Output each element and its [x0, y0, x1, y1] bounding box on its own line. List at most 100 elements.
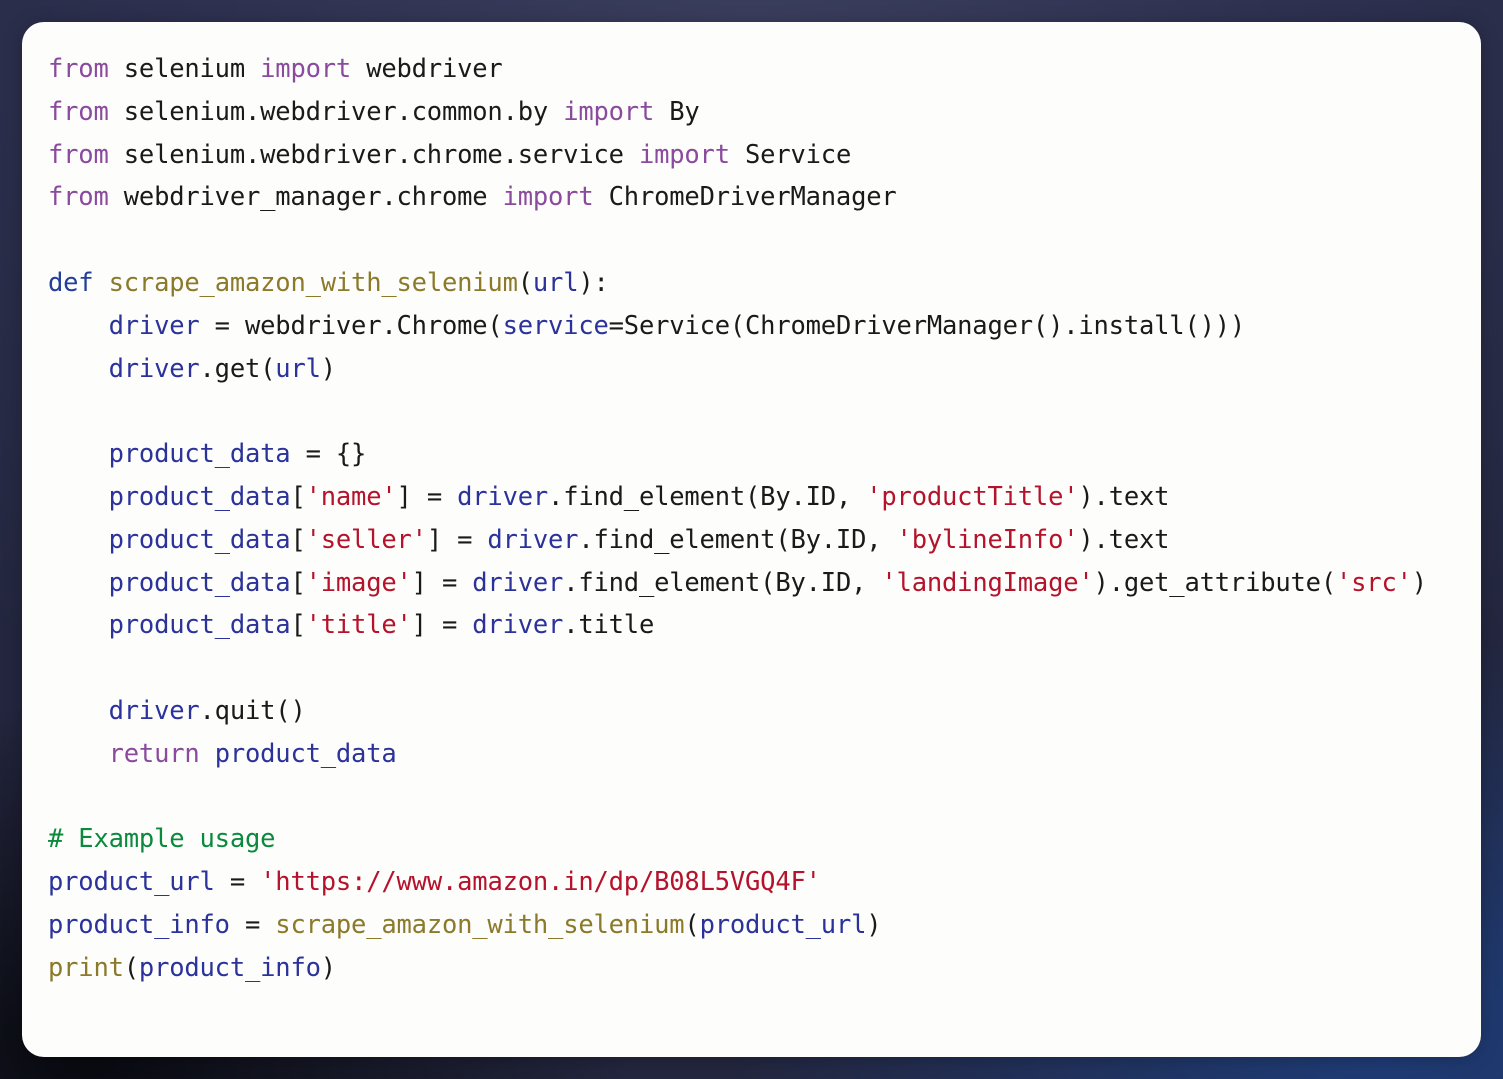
code-token-plain: .find_element(By.ID, [578, 524, 897, 555]
code-token-plain: .get( [199, 353, 276, 384]
code-token-kw: from [48, 182, 109, 213]
code-token-var: url [275, 353, 321, 384]
code-token-str: 'https://www.amazon.in/dp/B08L5VGQ4F' [260, 867, 821, 898]
code-token-plain: ] = [411, 610, 473, 641]
code-token-plain: ( [517, 267, 533, 298]
code-snippet-card: from selenium import webdriver from selen… [22, 22, 1481, 1057]
code-line: product_data = {} [48, 433, 1455, 476]
code-token-str: 'productTitle' [866, 481, 1079, 512]
code-token-plain: ] = [426, 524, 488, 555]
code-token-plain: ).text [1078, 524, 1170, 555]
code-token-kw: import [260, 54, 352, 84]
code-block[interactable]: from selenium import webdriver from selen… [48, 48, 1455, 990]
code-token-plain: ).text [1078, 481, 1170, 512]
code-token-var: driver [108, 353, 200, 384]
code-token-plain: selenium [108, 54, 261, 84]
code-token-plain: [ [290, 481, 306, 512]
code-token-kw: from [48, 139, 109, 170]
code-token-var: driver [457, 481, 549, 512]
code-token-str: 'bylineInfo' [896, 524, 1079, 555]
code-token-plain: ( [684, 909, 700, 940]
code-token-plain: [ [290, 524, 306, 555]
code-token-plain: ] = [411, 567, 473, 598]
code-line: driver.quit() [48, 690, 1455, 733]
code-line: def scrape_amazon_with_selenium(url): [48, 262, 1455, 305]
code-token-var: product_data [108, 610, 291, 641]
code-token-kw: import [502, 182, 594, 213]
code-token-str: 'seller' [305, 524, 427, 555]
code-line: from selenium import webdriver [48, 48, 1455, 91]
code-token-str: 'image' [305, 567, 412, 598]
code-token-plain: .quit() [199, 695, 306, 726]
code-line: driver.get(url) [48, 348, 1455, 391]
code-token-var: product_info [48, 909, 230, 940]
code-token-builtin: print [48, 952, 124, 983]
code-token-var: product_data [108, 524, 291, 555]
code-token-plain: = {} [290, 439, 367, 470]
code-token-kw: return [108, 738, 200, 769]
code-token-var: product_data [108, 481, 291, 512]
code-token-plain: selenium.webdriver.chrome.service [108, 139, 639, 170]
code-token-plain: = webdriver.Chrome( [199, 310, 503, 341]
code-line: driver = webdriver.Chrome(service=Servic… [48, 305, 1455, 348]
code-token-kw: import [638, 139, 730, 170]
code-line: from selenium.webdriver.common.by import… [48, 91, 1455, 134]
code-token-plain: ) [866, 909, 882, 940]
code-token-plain: webdriver [351, 54, 503, 84]
code-token-kw: import [563, 96, 655, 127]
code-token-str: 'landingImage' [881, 567, 1094, 598]
code-token-var: product_data [214, 738, 397, 769]
code-token-var: product_info [138, 952, 321, 983]
code-token-plain: Service [729, 139, 852, 170]
code-token-kw: from [48, 54, 109, 84]
code-token-str: 'name' [305, 481, 397, 512]
code-token-var: driver [108, 310, 200, 341]
code-token-var: driver [472, 610, 564, 641]
code-line: return product_data [48, 733, 1455, 776]
code-token-var: driver [487, 524, 579, 555]
code-line: product_info = scrape_amazon_with_seleni… [48, 904, 1455, 947]
code-token-plain: [ [290, 610, 306, 641]
code-token-plain: ) [1411, 567, 1427, 598]
code-token-plain: selenium.webdriver.common.by [108, 96, 564, 127]
code-token-fn: scrape_amazon_with_selenium [275, 909, 685, 940]
code-token-plain: =Service(ChromeDriverManager().install()… [608, 310, 1246, 341]
code-line: product_url = 'https://www.amazon.in/dp/… [48, 861, 1455, 904]
code-token-plain: webdriver_manager.chrome [108, 182, 503, 213]
code-token-var: product_url [48, 867, 215, 898]
code-token-var: driver [472, 567, 564, 598]
code-token-plain: ) [320, 353, 336, 384]
code-line: print(product_info) [48, 947, 1455, 990]
code-token-plain: ).get_attribute( [1093, 567, 1337, 598]
code-token-plain: [ [290, 567, 306, 598]
code-token-var: product_data [108, 567, 291, 598]
code-line: product_data['seller'] = driver.find_ele… [48, 519, 1455, 562]
code-line: product_data['image'] = driver.find_elem… [48, 562, 1455, 605]
code-token-def: def [48, 267, 94, 298]
code-token-plain: ( [123, 952, 139, 983]
code-token-com: # Example usage [48, 824, 276, 855]
code-token-plain: By [654, 96, 700, 127]
code-token-plain: .title [563, 610, 655, 641]
code-token-plain: = [229, 909, 276, 940]
code-token-plain: ): [578, 267, 609, 298]
code-token-str: 'title' [305, 610, 412, 641]
page-background: from selenium import webdriver from selen… [0, 0, 1503, 1079]
code-token-var: product_url [699, 909, 867, 940]
code-token-plain: .find_element(By.ID, [548, 481, 867, 512]
code-token-var: url [532, 267, 579, 298]
code-token-plain: ChromeDriverManager [593, 182, 897, 213]
